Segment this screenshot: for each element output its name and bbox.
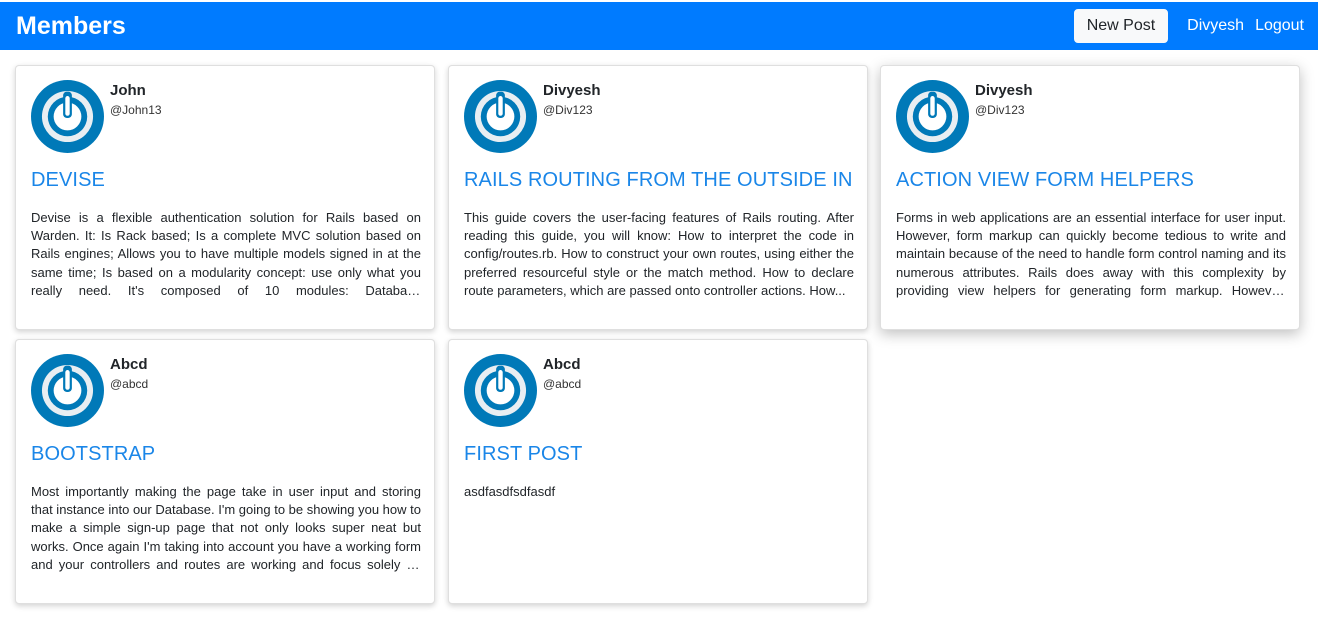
post-excerpt: Devise is a flexible authentication solu… [31, 210, 421, 298]
author-name[interactable]: Abcd [110, 356, 148, 373]
power-icon [464, 354, 537, 427]
power-icon [464, 80, 537, 153]
author-name[interactable]: John [110, 82, 146, 99]
brand-title[interactable]: Members [16, 12, 126, 41]
post-card: Divyesh @Div123 ACTION VIEW FORM HELPERS… [880, 65, 1300, 330]
power-icon [896, 80, 969, 153]
post-card: John @John13 DEVISE Devise is a flexible… [15, 65, 435, 330]
post-excerpt: Most importantly making the page take in… [31, 484, 421, 572]
power-icon [31, 354, 104, 427]
post-card: Divyesh @Div123 RAILS ROUTING FROM THE O… [448, 65, 868, 330]
post-title-link[interactable]: DEVISE [31, 169, 105, 192]
author-name[interactable]: Divyesh [543, 82, 601, 99]
new-post-button[interactable]: New Post [1073, 9, 1169, 43]
post-card: Abcd @abcd FIRST POST asdfasdfsdfasdf [448, 339, 868, 604]
logout-link[interactable]: Logout [1255, 17, 1304, 35]
post-title-link[interactable]: ACTION VIEW FORM HELPERS [896, 169, 1194, 192]
post-excerpt: asdfasdfsdfasdf [464, 484, 556, 499]
author-handle: @abcd [543, 377, 582, 391]
author-handle: @Div123 [975, 103, 1025, 117]
post-title-link[interactable]: RAILS ROUTING FROM THE OUTSIDE IN [464, 169, 853, 192]
navbar: Members New Post Divyesh Logout [0, 2, 1318, 50]
post-excerpt: Forms in web applications are an essenti… [896, 210, 1286, 298]
author-handle: @John13 [110, 103, 162, 117]
author-name[interactable]: Divyesh [975, 82, 1033, 99]
author-handle: @Div123 [543, 103, 593, 117]
author-name[interactable]: Abcd [543, 356, 581, 373]
author-handle: @abcd [110, 377, 149, 391]
post-card: Abcd @abcd BOOTSTRAP Most importantly ma… [15, 339, 435, 604]
navbar-actions: New Post Divyesh Logout [1073, 2, 1304, 50]
current-user-link[interactable]: Divyesh [1187, 17, 1244, 35]
power-icon [31, 80, 104, 153]
post-title-link[interactable]: FIRST POST [464, 443, 582, 466]
post-title-link[interactable]: BOOTSTRAP [31, 443, 155, 466]
post-excerpt: This guide covers the user-facing featur… [464, 210, 854, 298]
